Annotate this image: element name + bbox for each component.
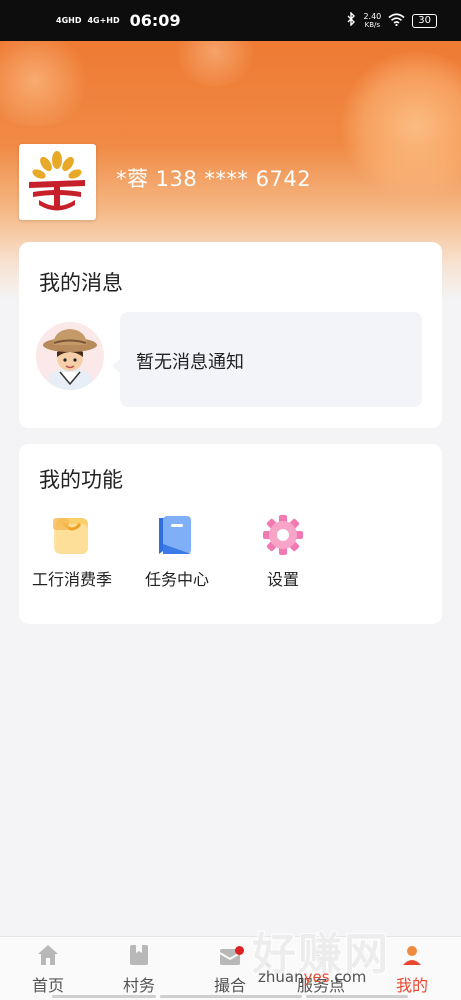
empty-message-text: 暂无消息通知 xyxy=(136,352,244,373)
messages-card: 我的消息 暂无消息通知 xyxy=(19,242,442,428)
tab-label: 我的 xyxy=(395,976,428,995)
messages-title: 我的消息 xyxy=(39,271,123,295)
farmer-avatar-icon xyxy=(36,322,104,390)
peony-decoration xyxy=(341,51,461,201)
clock: 06:09 xyxy=(129,11,181,30)
tab-service-point[interactable]: 服务点 xyxy=(286,943,356,996)
notification-badge xyxy=(235,946,244,955)
tab-indicator xyxy=(160,995,302,998)
home-icon xyxy=(36,943,60,967)
bank-logo-icon[interactable] xyxy=(19,144,96,220)
tab-label: 首页 xyxy=(31,976,64,995)
tab-label: 村务 xyxy=(122,976,155,995)
gear-icon xyxy=(261,514,305,556)
task-bookmark-icon xyxy=(155,514,199,556)
functions-card: 我的功能 工行消费季 任务中心 设置 xyxy=(19,444,442,624)
tab-label: 撮合 xyxy=(213,976,246,995)
tab-indicator xyxy=(306,995,408,998)
wifi-icon xyxy=(388,12,405,29)
function-label: 设置 xyxy=(266,570,299,589)
net-speed-unit: KB/s xyxy=(364,20,381,29)
function-label: 工行消费季 xyxy=(31,570,112,589)
tab-matchmaking[interactable]: 撮合 xyxy=(195,943,265,996)
village-affairs-icon xyxy=(127,943,151,967)
status-bar: 4GHD 4G+HD 06:09 2.40 KB/s 30 xyxy=(0,0,461,41)
tab-home[interactable]: 首页 xyxy=(13,943,83,996)
user-phone: *蓉 138 **** 6742 xyxy=(116,167,312,191)
tab-village-affairs[interactable]: 村务 xyxy=(104,943,174,996)
service-point-icon xyxy=(309,943,333,967)
tab-indicator xyxy=(52,995,156,998)
tab-profile[interactable]: 我的 xyxy=(377,943,447,996)
tab-label: 服务点 xyxy=(296,976,345,995)
function-consumption-season[interactable]: 工行消费季 xyxy=(22,514,122,590)
peony-decoration xyxy=(0,41,95,126)
signal-1: 4GHD xyxy=(56,15,82,25)
profile-icon xyxy=(400,943,424,967)
bluetooth-icon xyxy=(347,11,356,29)
functions-title: 我的功能 xyxy=(39,468,123,492)
signal-2: 4G+HD xyxy=(87,15,120,25)
message-bubble[interactable]: 暂无消息通知 xyxy=(112,312,422,407)
shopping-bag-icon xyxy=(50,514,94,556)
bottom-tab-bar: 首页 村务 撮合 服务点 我的 xyxy=(0,936,461,1000)
net-speed-value: 2.40 xyxy=(363,11,382,21)
function-task-center[interactable]: 任务中心 xyxy=(127,514,227,590)
function-settings[interactable]: 设置 xyxy=(233,514,333,590)
function-label: 任务中心 xyxy=(144,570,209,589)
peony-decoration xyxy=(170,41,260,86)
battery-indicator: 30 xyxy=(412,13,437,28)
